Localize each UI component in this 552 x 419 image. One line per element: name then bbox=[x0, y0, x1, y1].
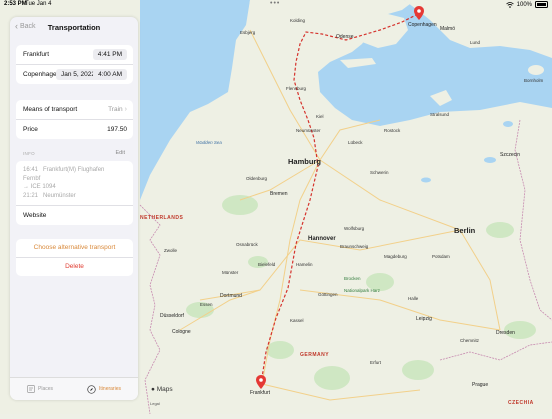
tab-itineraries[interactable]: Itineraries bbox=[87, 384, 121, 394]
map-label-szczecin: Szczecin bbox=[500, 152, 521, 158]
wifi-icon bbox=[505, 1, 514, 8]
map-label-bremen: Bremen bbox=[270, 191, 288, 197]
arrival-city: Copenhagen bbox=[23, 71, 61, 78]
map-label-esbjerg: Esbjerg bbox=[240, 30, 256, 35]
map-label-osnabruck: Osnabrück bbox=[236, 242, 258, 247]
website-label: Website bbox=[23, 212, 47, 219]
map-label-copenhagen: Copenhagen bbox=[408, 22, 437, 28]
choose-alternative-button[interactable]: Choose alternative transport bbox=[16, 239, 133, 257]
map-label-bielefeld: Bielefeld bbox=[258, 262, 276, 267]
info-notes[interactable]: 16:41 Frankfurt(M) Flughafen Fernbf → IC… bbox=[16, 161, 133, 205]
map-label-munster: Münster bbox=[222, 270, 239, 275]
price-value: 197.50 bbox=[107, 126, 127, 133]
status-bar: 2:53 PM Tue Jan 4 ••• 100% bbox=[0, 0, 552, 9]
tab-itineraries-label: Itineraries bbox=[99, 386, 121, 392]
map-label-lubeck: Lübeck bbox=[348, 140, 363, 145]
map-label-odense: Odense bbox=[336, 34, 354, 40]
map-label-hamburg: Hamburg bbox=[288, 157, 321, 166]
page-title: Transportation bbox=[47, 23, 101, 32]
map-label-hamelin: Hamelin bbox=[296, 262, 313, 267]
actions-card: Choose alternative transport Delete bbox=[16, 239, 133, 276]
map-label-dusseldorf: Düsseldorf bbox=[160, 313, 184, 319]
map-label-schwerin: Schwerin bbox=[370, 170, 389, 175]
tab-places-label: Places bbox=[38, 386, 54, 392]
means-row[interactable]: Means of transport Train › bbox=[16, 100, 133, 119]
map-label-flensburg: Flensburg bbox=[286, 86, 307, 91]
website-row[interactable]: Website bbox=[16, 205, 133, 225]
origin-pin-icon[interactable] bbox=[256, 375, 266, 389]
battery-percent: 100% bbox=[516, 1, 532, 8]
details-card: Means of transport Train › Price 197.50 bbox=[16, 100, 133, 139]
map-label-gottingen: Göttingen bbox=[318, 292, 338, 297]
multitasking-dots-icon[interactable]: ••• bbox=[270, 0, 280, 7]
arrival-row: Copenhagen Jan 5, 2022 4:00 AM bbox=[16, 64, 133, 84]
map-label-essen: Essen bbox=[200, 302, 213, 307]
tab-bar: Places Itineraries bbox=[10, 377, 138, 400]
map-label-neumunster: Neumünster bbox=[296, 128, 321, 133]
map-label-wadden-sea: Wadden Sea bbox=[196, 140, 222, 145]
map-label-czechia: CZECHIA bbox=[508, 400, 534, 406]
maps-attribution: ● Maps bbox=[151, 386, 173, 393]
map-label-kiel: Kiel bbox=[316, 114, 324, 119]
info-edit-button[interactable]: Edit bbox=[116, 150, 125, 156]
transportation-panel: ‹ Back Transportation Frankfurt 4:41 PM … bbox=[10, 17, 138, 400]
map-label-dresden: Dresden bbox=[496, 330, 515, 336]
map-label-oldenburg: Oldenburg bbox=[246, 176, 268, 181]
means-label: Means of transport bbox=[23, 106, 78, 113]
map-label-rostock: Rostock bbox=[384, 128, 401, 133]
map-label-brocken: Brocken bbox=[344, 276, 361, 281]
map-label-dortmund: Dortmund bbox=[220, 293, 242, 299]
map-label-germany: GERMANY bbox=[300, 352, 330, 358]
route-card: Frankfurt 4:41 PM Copenhagen Jan 5, 2022… bbox=[16, 45, 133, 84]
chevron-right-icon: › bbox=[124, 106, 127, 113]
map-label-lund: Lund bbox=[470, 40, 481, 45]
map-label-chemnitz: Chemnitz bbox=[460, 338, 480, 343]
compass-icon bbox=[87, 384, 96, 394]
means-value: Train bbox=[108, 106, 123, 113]
map-label-hannover: Hannover bbox=[308, 236, 336, 242]
map-label-cologne: Cologne bbox=[172, 329, 191, 335]
map-label-magdeburg: Magdeburg bbox=[384, 254, 407, 259]
battery-icon bbox=[535, 1, 548, 8]
price-row[interactable]: Price 197.50 bbox=[16, 119, 133, 139]
map-label-potsdam: Potsdam bbox=[432, 254, 450, 259]
map-label-bornholm: Bornholm bbox=[524, 78, 544, 83]
nav-bar: ‹ Back Transportation bbox=[10, 17, 138, 39]
apple-logo-icon: ● bbox=[151, 386, 155, 393]
map-label-frankfurt: Frankfurt bbox=[250, 390, 271, 396]
map-label-leipzig: Leipzig bbox=[416, 316, 432, 322]
map-label-berlin: Berlin bbox=[454, 226, 476, 235]
departure-row: Frankfurt 4:41 PM bbox=[16, 45, 133, 64]
map-label-kassel: Kassel bbox=[290, 318, 304, 323]
map-label-malmo: Malmö bbox=[440, 26, 456, 32]
status-time: 2:53 PM bbox=[4, 1, 27, 7]
places-icon bbox=[27, 385, 35, 393]
map-label-stralsund: Stralsund bbox=[430, 112, 450, 117]
arrival-time-picker[interactable]: 4:00 AM bbox=[93, 69, 127, 80]
departure-time-picker[interactable]: 4:41 PM bbox=[92, 49, 127, 60]
maps-label: Maps bbox=[156, 386, 173, 393]
map-label-halle: Halle bbox=[408, 296, 419, 301]
map-label-braunschweig: Braunschweig bbox=[340, 244, 369, 249]
departure-city: Frankfurt bbox=[23, 51, 50, 58]
map-label-wolfsburg: Wolfsburg bbox=[344, 226, 365, 231]
map-label-prague: Prague bbox=[472, 382, 489, 388]
map-label-netherlands: NETHERLANDS bbox=[140, 215, 184, 221]
info-header: INFO bbox=[23, 151, 35, 156]
delete-button[interactable]: Delete bbox=[16, 257, 133, 276]
price-label: Price bbox=[23, 126, 38, 133]
status-date: Tue Jan 4 bbox=[25, 1, 52, 7]
legal-link[interactable]: Legal bbox=[150, 401, 160, 406]
map-label-zwolle: Zwolle bbox=[164, 248, 178, 253]
info-card: 16:41 Frankfurt(M) Flughafen Fernbf → IC… bbox=[16, 161, 133, 225]
map-label-kolding: Kolding bbox=[290, 18, 306, 23]
map-label-nationalpark-harz: Nationalpark Harz bbox=[344, 288, 381, 293]
map-label-erfurt: Erfurt bbox=[370, 360, 382, 365]
tab-places[interactable]: Places bbox=[27, 385, 53, 393]
